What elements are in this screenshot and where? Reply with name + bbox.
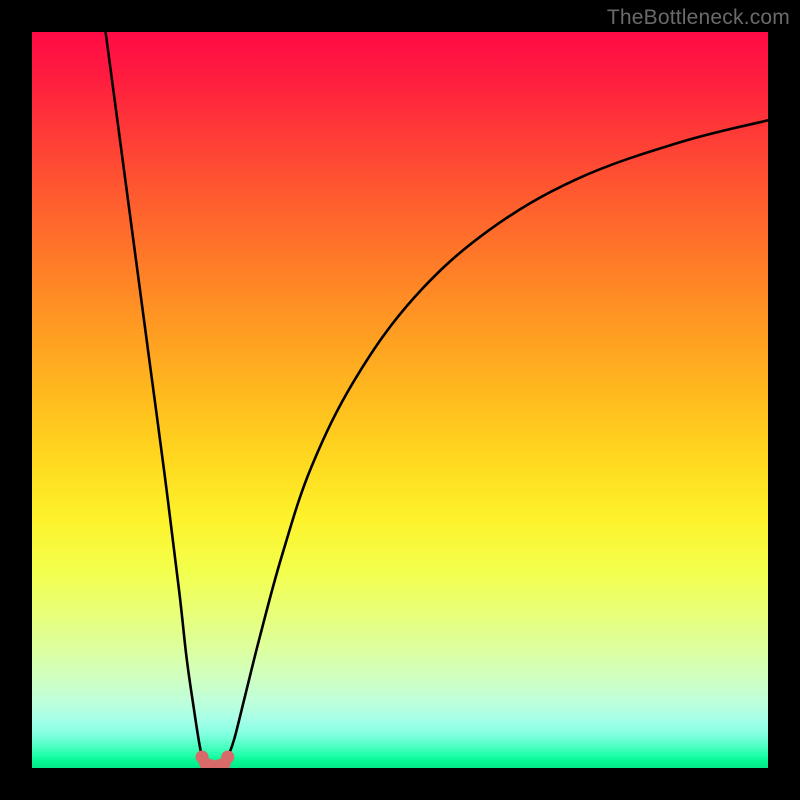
curve-left bbox=[106, 32, 202, 757]
watermark-text: TheBottleneck.com bbox=[607, 6, 790, 30]
curve-right bbox=[228, 120, 768, 757]
plot-area bbox=[32, 32, 768, 768]
curve-svg bbox=[32, 32, 768, 768]
chart-frame: TheBottleneck.com bbox=[0, 0, 800, 800]
valley-marker bbox=[221, 750, 234, 763]
